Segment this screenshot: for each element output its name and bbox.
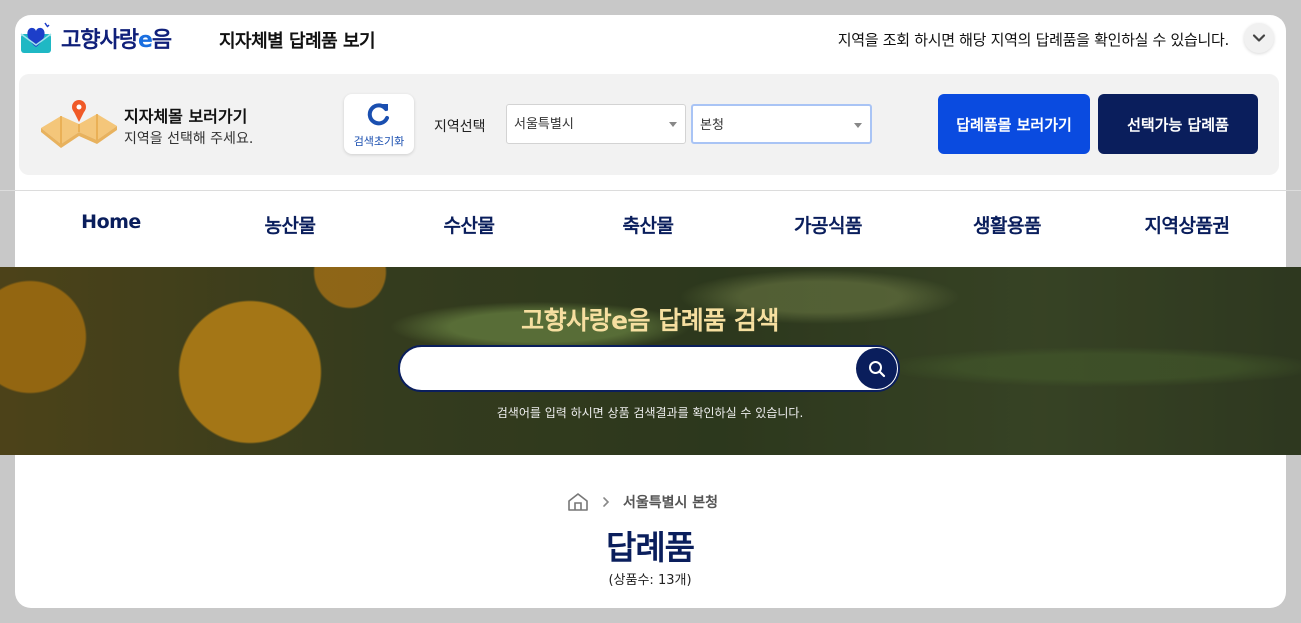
nav-item-home[interactable]: Home [81,211,141,233]
refresh-icon [367,103,389,126]
panel-title: 지자체몰 보러가기 [124,107,248,126]
district-select-value: 본청 [700,118,724,133]
search-button[interactable] [856,348,897,389]
chevron-right-icon [603,497,610,507]
reset-search-button[interactable]: 검색초기화 [344,94,414,154]
region-select-label: 지역선택 [434,119,486,135]
breadcrumb: 서울특별시 본청 [567,492,718,512]
map-pin-icon [41,100,117,148]
logo-text: 고향사랑e음 [61,28,172,53]
nav-item-local-voucher[interactable]: 지역상품권 [1145,211,1230,238]
hero-title: 고향사랑e음 답례품 검색 [521,306,779,335]
region-notice: 지역을 조회 하시면 해당 지역의 답례품을 확인하실 수 있습니다. [837,31,1230,49]
search-hint: 검색어를 입력 하시면 상품 검색결과를 확인하실 수 있습니다. [496,406,804,420]
nav-item-seafood[interactable]: 수산물 [444,211,495,238]
logo-heart-icon [20,22,52,53]
modal-header: 고향사랑e음 지자체별 답례품 보기 지역을 조회 하시면 해당 지역의 답례품… [15,15,1286,65]
search-box [398,345,900,392]
available-gifts-button[interactable]: 선택가능 답례품 [1098,94,1258,154]
city-select[interactable]: 서울특별시 [506,104,686,144]
category-nav: Home 농산물 수산물 축산물 가공식품 생활용품 지역상품권 [0,191,1301,252]
search-input[interactable] [418,357,838,381]
modal-title: 지자체별 답례품 보기 [219,31,376,52]
region-panel: 지자체몰 보러가기 지역을 선택해 주세요. 검색초기화 지역선택 서울특별시 … [19,74,1279,175]
page-title: 답례품 [605,528,695,567]
panel-subtitle: 지역을 선택해 주세요. [124,131,254,147]
home-icon[interactable] [567,492,589,512]
nav-item-household[interactable]: 생활용품 [973,211,1041,238]
collapse-button[interactable] [1244,23,1274,53]
reset-search-label: 검색초기화 [353,135,405,148]
gift-mall-button[interactable]: 답례품몰 보러가기 [938,94,1090,154]
breadcrumb-current: 서울특별시 본청 [623,495,719,511]
logo[interactable]: 고향사랑e음 [19,21,172,55]
chevron-down-icon [1252,34,1266,42]
nav-item-agricultural[interactable]: 농산물 [265,211,316,238]
search-icon [868,360,885,377]
nav-item-livestock[interactable]: 축산물 [623,211,674,238]
product-count: (상품수: 13개) [608,573,692,588]
caret-down-icon [669,122,677,127]
search-hero: 고향사랑e음 답례품 검색 검색어를 입력 하시면 상품 검색결과를 확인하실 … [0,267,1301,455]
caret-down-icon [854,123,862,128]
nav-item-processed-food[interactable]: 가공식품 [794,211,862,238]
district-select[interactable]: 본청 [691,104,872,144]
city-select-value: 서울특별시 [514,117,574,132]
